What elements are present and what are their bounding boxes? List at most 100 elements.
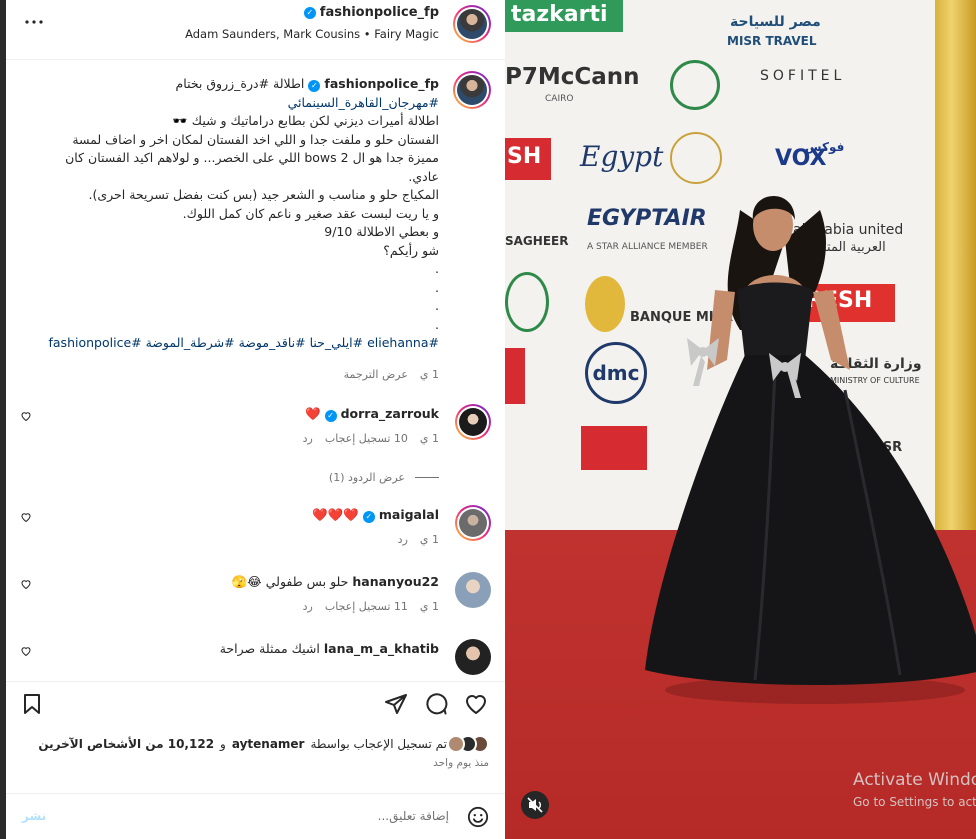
caption-line: اطلالة #درة_زروق بختام	[175, 76, 305, 91]
verified-badge-icon: ✓	[362, 511, 375, 523]
view-replies-button[interactable]: عرض الردود (1)	[329, 471, 439, 484]
likes-summary: تم تسجيل الإعجاب بواسطة aytenamer و 10,1…	[38, 735, 489, 753]
caption-line: الفستان حلو و ملفت جدا و اللي اخد الفستا…	[72, 131, 439, 147]
liker-username[interactable]: aytenamer	[232, 737, 305, 751]
comment-meta: 1 ي 11 تسجيل إعجاب رد	[303, 600, 439, 613]
comment-text: dorra_zarrouk ✓ ❤️	[305, 406, 439, 422]
caption-avatar[interactable]	[453, 71, 491, 109]
sponsor-logo-sagheer: SAGHEER	[505, 234, 569, 248]
likes-count[interactable]: 10,122 من الأشخاص الآخرين	[38, 737, 214, 751]
header-username-row[interactable]: ✓ fashionpolice_fp	[303, 5, 439, 20]
caption-line: و بعطي الاطلالة 9/10	[324, 224, 439, 239]
reply-button[interactable]: رد	[398, 533, 408, 546]
comment-like-heart-icon[interactable]	[20, 578, 32, 593]
caption-meta: 1 ي عرض الترجمة	[344, 368, 439, 381]
comment-text: hananyou22 حلو بس طفولي 😂🫣	[232, 574, 439, 590]
view-replies-label[interactable]: عرض الردود (1)	[329, 471, 405, 484]
caption-hashtag[interactable]: #مهرجان_القاهرة_السينمائي	[39, 94, 439, 113]
sponsor-logo-red-edge	[505, 348, 525, 404]
caption-line: المكياج حلو و مناسب و الشعر جيد (بس كنت …	[88, 187, 439, 202]
comment-like-heart-icon[interactable]	[20, 645, 32, 660]
mute-audio-icon[interactable]	[521, 791, 549, 819]
comment-like-heart-icon[interactable]	[20, 511, 32, 526]
sponsor-logo-cairo: CAIRO	[545, 94, 574, 104]
comment-body: ❤️	[305, 406, 321, 421]
sponsor-seal-green-2	[505, 272, 549, 332]
reply-button[interactable]: رد	[303, 600, 313, 613]
verified-badge-icon: ✓	[303, 6, 316, 19]
comment-avatar[interactable]	[455, 404, 491, 440]
add-comment-input[interactable]: إضافة تعليق...	[378, 809, 449, 823]
replies-divider	[415, 477, 439, 478]
caption-dot: .	[435, 261, 439, 276]
more-options-icon[interactable]	[22, 10, 46, 34]
comment-body: ❤️❤️❤️	[312, 507, 359, 522]
comment-avatar[interactable]	[455, 505, 491, 541]
caption-line: شو رأيكم؟	[383, 242, 439, 258]
sponsor-logo-egypt: Egypt	[580, 140, 664, 173]
comment-text: lana_m_a_khatib اشيك ممثلة صراحة	[220, 641, 439, 656]
caption-username[interactable]: fashionpolice_fp	[324, 76, 439, 91]
caption-line: مميزة جدا هو ال 2 bows اللي على الخصر...…	[65, 150, 439, 165]
see-translation-link[interactable]: عرض الترجمة	[344, 368, 408, 381]
likes-prefix: تم تسجيل الإعجاب بواسطة	[310, 737, 447, 751]
sponsor-logo-mccann: P7McCann	[505, 64, 640, 90]
sponsor-logo-misr-travel: MISR TRAVEL	[727, 34, 817, 48]
emoji-icon[interactable]	[467, 806, 489, 828]
caption-dot: .	[435, 298, 439, 313]
comment-time[interactable]: 1 ي	[420, 533, 439, 546]
comment-username[interactable]: dorra_zarrouk	[341, 406, 439, 421]
header-username[interactable]: fashionpolice_fp	[320, 5, 439, 20]
activate-windows-title: Activate Windows	[853, 770, 976, 790]
sponsor-logo-tazkarti: tazkarti	[505, 0, 623, 32]
comment-time[interactable]: 1 ي	[420, 600, 439, 613]
caption-line: عادي.	[408, 168, 439, 184]
sponsor-logo-dmc: dmc	[585, 342, 647, 404]
verified-badge-icon: ✓	[308, 80, 321, 92]
caption-time[interactable]: 1 ي	[420, 368, 439, 381]
comment-avatar[interactable]	[455, 639, 491, 675]
post-header: ✓ fashionpolice_fp Adam Saunders, Mark C…	[6, 0, 505, 60]
post-actions: تم تسجيل الإعجاب بواسطة aytenamer و 10,1…	[6, 681, 505, 839]
caption-line: و يا ريت لبست عقد صغير و ناعم كان كمل ال…	[182, 205, 439, 221]
sponsor-logo-red-block	[581, 426, 647, 470]
header-avatar[interactable]	[453, 5, 491, 43]
activate-windows-subtitle: Go to Settings to activate Windows.	[853, 795, 976, 809]
sponsor-seal-green	[670, 60, 720, 110]
gown-figure	[645, 195, 976, 704]
sponsor-logo-sofitel: SOFITEL	[760, 68, 846, 84]
comment-like-heart-icon[interactable]	[20, 410, 32, 425]
post-time[interactable]: منذ يوم واحد	[433, 757, 489, 769]
reply-button[interactable]: رد	[303, 432, 313, 445]
comment-likes[interactable]: 11 تسجيل إعجاب	[325, 600, 408, 613]
post-caption: fashionpolice_fp ✓ اطلالة #درة_زروق بختا…	[39, 75, 440, 353]
save-bookmark-icon[interactable]	[20, 692, 44, 716]
sponsor-logo-sh: SH	[505, 138, 551, 180]
header-audio-credit[interactable]: Adam Saunders, Mark Cousins • Fairy Magi…	[185, 27, 439, 41]
likes-and: و	[220, 737, 226, 751]
post-panel: ✓ fashionpolice_fp Adam Saunders, Mark C…	[6, 0, 505, 839]
comment-username[interactable]: hananyou22	[352, 574, 439, 589]
sponsor-seal-gold	[670, 132, 722, 184]
caption-line: اطلالة أميرات ديزني لكن بطابع دراماتيك و…	[172, 113, 439, 128]
comment-meta: 1 ي 10 تسجيل إعجاب رد	[303, 432, 439, 445]
comment-icon[interactable]	[424, 692, 448, 716]
comment-username[interactable]: maigalal	[379, 507, 439, 522]
sponsor-logo-vox-ar: فوكس	[805, 140, 845, 154]
like-heart-icon[interactable]	[464, 692, 488, 716]
caption-hashtags[interactable]: #eliehanna #ايلي_حنا #ناقد_موضة #شرطة_ال…	[39, 334, 440, 353]
comment-likes[interactable]: 10 تسجيل إعجاب	[325, 432, 408, 445]
share-icon[interactable]	[384, 692, 408, 716]
post-photo[interactable]: tazkarti MISR TRAVEL مصر للسياحة P7McCan…	[505, 0, 976, 839]
comment-text: maigalal ✓ ❤️❤️❤️	[312, 507, 439, 523]
post-comment-button[interactable]: نشر	[22, 809, 46, 823]
likers-avatars[interactable]	[447, 735, 489, 753]
comment-body: اشيك ممثلة صراحة	[219, 641, 320, 656]
comment-time[interactable]: 1 ي	[420, 432, 439, 445]
sponsor-seal-banque	[585, 276, 625, 332]
comments-scroll-area[interactable]: fashionpolice_fp ✓ اطلالة #درة_زروق بختا…	[6, 61, 505, 681]
comment-username[interactable]: lana_m_a_khatib	[324, 641, 439, 656]
comment-avatar[interactable]	[455, 572, 491, 608]
caption-dot: .	[435, 316, 439, 332]
sponsor-logo-misr-travel-ar: مصر للسياحة	[730, 14, 821, 30]
